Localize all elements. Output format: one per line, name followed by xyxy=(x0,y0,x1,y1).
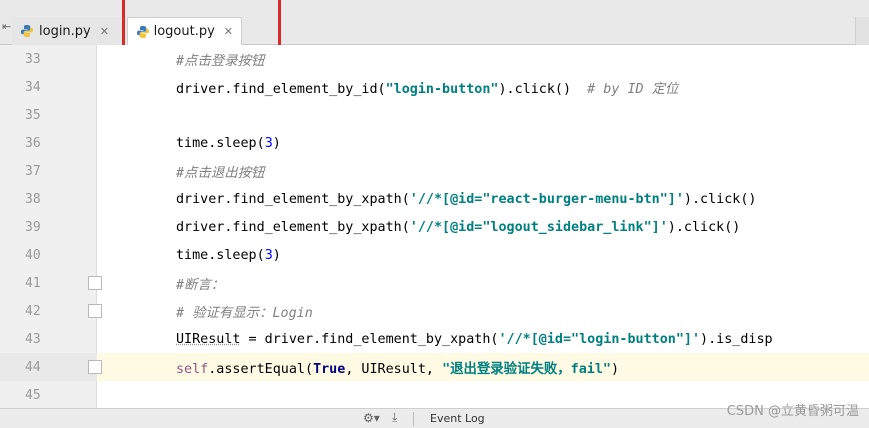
line-number-cell: 33 xyxy=(0,45,97,73)
code-line[interactable]: 39 driver.find_element_by_xpath('//*[@id=… xyxy=(0,213,869,241)
code-line[interactable]: 38 driver.find_element_by_xpath('//*[@id=… xyxy=(0,185,869,213)
code-token: "login-button" xyxy=(385,82,499,97)
code-text: driver.find_element_by_xpath('//*[@id="l… xyxy=(176,220,740,235)
code-token: ) xyxy=(272,247,281,263)
code-text: #点击登录按钮 xyxy=(176,49,264,69)
line-number: 36 xyxy=(25,135,41,151)
code-token: ).is_disp xyxy=(700,331,773,347)
code-text: #断言： xyxy=(176,273,224,293)
code-text: self.assertEqual(True, UIResult, "退出登录验证… xyxy=(176,357,619,377)
code-text: time.sleep(3) xyxy=(176,136,281,151)
code-token: = driver.find_element_by_xpath( xyxy=(240,331,499,347)
code-token: 3 xyxy=(264,247,273,263)
line-number: 41 xyxy=(25,275,41,291)
code-token: , UIResult, xyxy=(345,362,443,377)
line-number-cell: 40 xyxy=(0,241,97,269)
code-token: '//*[@id="react-burger-menu-btn"]' xyxy=(409,191,684,207)
line-number-cell: 35 xyxy=(0,101,97,129)
code-text: driver.find_element_by_xpath('//*[@id="r… xyxy=(176,192,756,207)
line-number-cell: 45 xyxy=(0,381,97,408)
code-text: time.sleep(3) xyxy=(176,248,281,263)
close-tab-icon[interactable]: ✕ xyxy=(100,25,109,38)
line-number-cell: 42 xyxy=(0,297,102,325)
code-line[interactable]: 34 driver.find_element_by_id("login-butto… xyxy=(0,73,869,101)
code-token: ).click() xyxy=(667,219,741,235)
code-token: '//*[@id="logout_sidebar_link"]' xyxy=(409,219,668,235)
code-token: driver.find_element_by_id( xyxy=(176,82,386,97)
fold-marker-icon[interactable] xyxy=(88,304,102,318)
fold-marker-icon[interactable] xyxy=(88,360,102,374)
code-line[interactable]: 35 xyxy=(0,101,869,129)
code-token: "退出登录验证失败，fail" xyxy=(442,362,611,377)
code-token: ) xyxy=(272,135,281,151)
line-number-cell: 36 xyxy=(0,129,97,157)
line-number-cell: 34 xyxy=(0,73,97,101)
code-line[interactable]: 41 #断言： xyxy=(0,269,869,297)
line-number: 43 xyxy=(25,331,41,347)
line-number: 33 xyxy=(25,51,41,67)
code-token: #点击退出按钮 xyxy=(176,166,265,181)
line-number: 35 xyxy=(25,107,41,123)
code-token: UIResult xyxy=(176,331,241,347)
fold-marker-icon[interactable] xyxy=(88,276,102,290)
status-separator xyxy=(413,412,414,426)
line-number-cell: 41 xyxy=(0,269,102,297)
scroll-tabs-left-icon[interactable]: ⇤ xyxy=(2,20,11,33)
line-number: 45 xyxy=(25,387,41,403)
code-token: '//*[@id="login-button"]' xyxy=(498,331,701,347)
line-number-cell: 44 xyxy=(0,353,102,381)
line-number: 38 xyxy=(25,191,41,207)
code-line[interactable]: 37 #点击退出按钮 xyxy=(0,157,869,185)
code-line[interactable]: 33 #点击登录按钮 xyxy=(0,45,869,73)
code-line[interactable]: 44 self.assertEqual(True, UIResult, "退出登录… xyxy=(0,353,869,381)
code-token: ).click() xyxy=(498,82,588,97)
event-log-button[interactable]: Event Log xyxy=(430,412,485,425)
code-editor[interactable]: 33 #点击登录按钮 34 driver.find_element_by_id("lo… xyxy=(0,45,869,408)
code-token: time.sleep( xyxy=(176,247,265,263)
code-token: driver.find_element_by_xpath( xyxy=(176,191,410,207)
code-token: 3 xyxy=(264,135,273,151)
line-number-cell: 38 xyxy=(0,185,97,213)
hide-panel-icon[interactable]: ⤓ xyxy=(392,410,397,425)
code-line[interactable]: 42 # 验证有显示：Login xyxy=(0,297,869,325)
tab-login-py-label: login.py xyxy=(39,23,91,39)
line-number-cell: 39 xyxy=(0,213,97,241)
code-token: # by ID 定位 xyxy=(587,82,679,97)
code-text: driver.find_element_by_id("login-button"… xyxy=(176,77,678,97)
line-number: 37 xyxy=(25,163,41,179)
code-token: ).click() xyxy=(683,191,757,207)
csdn-watermark: CSDN @立黄昏粥可温 xyxy=(726,404,859,419)
code-token: #断言： xyxy=(176,278,225,293)
python-file-icon xyxy=(20,24,34,38)
code-token: # 验证有显示：Login xyxy=(176,306,313,321)
line-number: 42 xyxy=(25,303,41,319)
code-token: #点击登录按钮 xyxy=(176,54,265,69)
code-token: driver.find_element_by_xpath( xyxy=(176,219,410,235)
line-number-cell: 37 xyxy=(0,157,97,185)
line-number: 39 xyxy=(25,219,41,235)
line-number: 34 xyxy=(25,79,41,95)
code-token: True xyxy=(313,362,346,377)
code-line[interactable]: 43 UIResult = driver.find_element_by_xpat… xyxy=(0,325,869,353)
code-line[interactable]: 40 time.sleep(3) xyxy=(0,241,869,269)
code-token: ) xyxy=(610,362,620,377)
code-text: UIResult = driver.find_element_by_xpath(… xyxy=(176,332,773,347)
code-token: time.sleep( xyxy=(176,135,265,151)
tab-bar-overflow[interactable] xyxy=(855,17,869,45)
tab-login-py[interactable]: login.py ✕ xyxy=(12,17,128,45)
code-text: # 验证有显示：Login xyxy=(176,301,313,321)
code-line[interactable]: 36 time.sleep(3) xyxy=(0,129,869,157)
line-number: 40 xyxy=(25,247,41,263)
gear-icon[interactable]: ⚙▾ xyxy=(363,411,380,425)
line-number-cell: 43 xyxy=(0,325,97,353)
code-text: #点击退出按钮 xyxy=(176,161,264,181)
code-token: self xyxy=(176,362,209,377)
line-number: 44 xyxy=(25,359,41,375)
code-token: .assertEqual( xyxy=(208,362,314,377)
